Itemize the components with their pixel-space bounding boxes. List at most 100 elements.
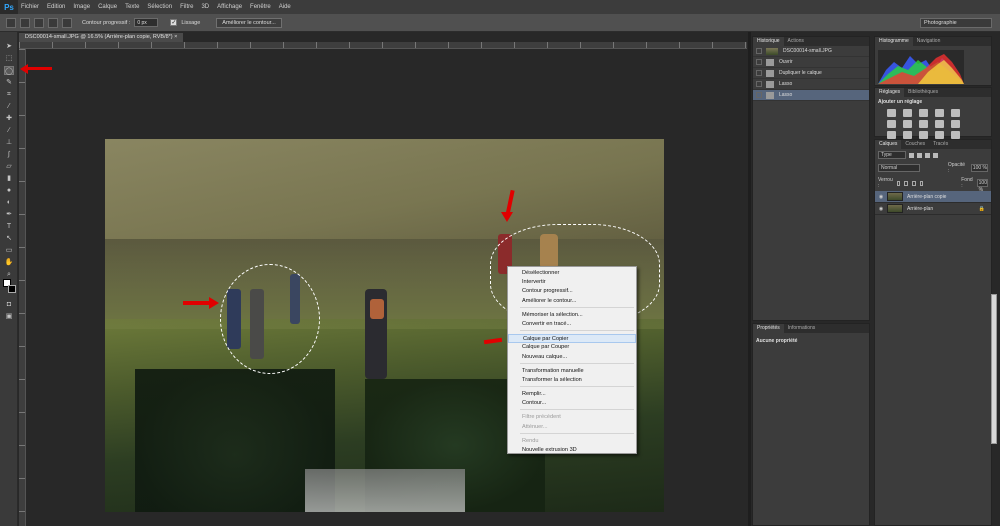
antialias-checkbox[interactable]: ✓ (170, 19, 178, 26)
document-tab[interactable]: DSC00014-small.JPG @ 16.5% (Arrière-plan… (19, 33, 184, 42)
eraser-tool-icon[interactable]: ▱ (4, 162, 14, 171)
healing-tool-icon[interactable]: ✚ (4, 114, 14, 123)
context-menu-item[interactable]: Nouveau calque... (508, 353, 636, 362)
levels-icon[interactable] (903, 109, 912, 117)
history-brush-tool-icon[interactable]: ∫ (4, 150, 14, 159)
refine-edge-button[interactable]: Améliorer le contour... (216, 17, 282, 28)
tab-channels[interactable]: Couches (901, 140, 929, 149)
history-step-checkbox[interactable] (756, 92, 762, 98)
fill-input[interactable]: 100 % (976, 179, 988, 193)
context-menu-item[interactable]: Calque par Couper (508, 343, 636, 352)
black-white-icon[interactable] (919, 120, 928, 128)
new-selection-icon[interactable] (20, 17, 30, 28)
filter-adjustment-icon[interactable] (917, 152, 922, 158)
context-menu-item[interactable]: Remplir... (508, 390, 636, 399)
menu-item[interactable]: Calque (98, 4, 117, 10)
history-step[interactable]: Lasso (753, 90, 869, 101)
channel-mixer-icon[interactable] (951, 120, 960, 128)
filter-shape-icon[interactable] (933, 152, 938, 158)
hue-saturation-icon[interactable] (887, 120, 896, 128)
context-menu-item[interactable]: Transformer la sélection (508, 376, 636, 385)
quick-select-tool-icon[interactable]: ✎ (4, 78, 14, 87)
tab-actions[interactable]: Actions (784, 37, 808, 46)
quick-mask-icon[interactable]: ◘ (4, 300, 14, 309)
vertical-ruler[interactable] (19, 49, 26, 526)
horizontal-ruler[interactable] (19, 42, 747, 49)
layer-filter-select[interactable]: Type (878, 151, 906, 159)
tab-layers[interactable]: Calques (875, 140, 902, 149)
pen-tool-icon[interactable]: ✒ (4, 210, 14, 219)
stamp-tool-icon[interactable]: ⊥ (4, 138, 14, 147)
tab-properties[interactable]: Propriétés (753, 324, 784, 333)
screen-mode-icon[interactable]: ▣ (4, 312, 14, 321)
invert-icon[interactable] (887, 131, 896, 139)
menu-item[interactable]: Filtre (180, 4, 193, 10)
path-select-tool-icon[interactable]: ↖ (4, 234, 14, 243)
add-selection-icon[interactable] (34, 17, 44, 28)
posterize-icon[interactable] (903, 131, 912, 139)
context-menu-item[interactable]: Nouvelle extrusion 3D (508, 446, 636, 455)
tab-navigation[interactable]: Navigation (913, 37, 945, 46)
dodge-tool-icon[interactable]: ◐ (4, 198, 14, 207)
history-step[interactable]: Ouvrir (753, 57, 869, 68)
layer-row[interactable]: ◉ Arrière-plan 🔒 (875, 203, 991, 215)
curves-icon[interactable] (919, 109, 928, 117)
hand-tool-icon[interactable]: ✋ (4, 258, 14, 267)
lock-transparency-icon[interactable] (896, 180, 901, 186)
context-menu-item[interactable]: Intervertir (508, 278, 636, 287)
lasso-preset-icon[interactable] (6, 17, 16, 28)
context-menu-item[interactable]: Contour... (508, 399, 636, 408)
intersect-selection-icon[interactable] (62, 17, 72, 28)
feather-input[interactable]: 0 px (134, 18, 159, 27)
snapshot-checkbox[interactable] (756, 48, 762, 54)
history-step[interactable]: Dupliquer le calque (753, 68, 869, 79)
context-menu-item[interactable]: Désélectionner (508, 269, 636, 278)
side-scrollbar[interactable] (991, 294, 997, 444)
menu-item[interactable]: Fichier (21, 4, 39, 10)
crop-tool-icon[interactable]: ⌗ (4, 90, 14, 99)
menu-item[interactable]: Sélection (147, 4, 172, 10)
context-menu-item[interactable]: Transformation manuelle (508, 367, 636, 376)
visibility-eye-icon[interactable]: ◉ (877, 194, 885, 200)
selective-color-icon[interactable] (951, 131, 960, 139)
background-color-swatch[interactable] (8, 285, 16, 293)
context-menu-item[interactable]: Améliorer le contour... (508, 297, 636, 306)
vibrance-icon[interactable] (951, 109, 960, 117)
tab-info[interactable]: Informations (784, 324, 820, 333)
exposure-icon[interactable] (935, 109, 944, 117)
menu-item[interactable]: Image (73, 4, 90, 10)
gradient-tool-icon[interactable]: ▮ (4, 174, 14, 183)
tab-histogram[interactable]: Histogramme (875, 37, 913, 46)
lock-pixels-icon[interactable] (904, 180, 908, 186)
history-step-checkbox[interactable] (756, 59, 762, 65)
tab-paths[interactable]: Tracés (929, 140, 952, 149)
brush-tool-icon[interactable]: ∕ (4, 126, 14, 135)
history-snapshot[interactable]: DSC00014-small.JPG (753, 46, 869, 57)
context-menu-item[interactable]: Convertir en tracé... (508, 320, 636, 329)
menu-item[interactable]: Texte (125, 4, 139, 10)
filter-type-icon[interactable] (925, 152, 930, 158)
move-tool-icon[interactable]: ➤ (4, 42, 14, 51)
lock-all-icon[interactable] (919, 180, 924, 186)
threshold-icon[interactable] (919, 131, 928, 139)
tab-history[interactable]: Historique (753, 37, 784, 46)
menu-item[interactable]: Aide (279, 4, 291, 10)
blur-tool-icon[interactable]: ● (4, 186, 14, 195)
eyedropper-tool-icon[interactable]: ⁄ (4, 102, 14, 111)
menu-item[interactable]: 3D (201, 4, 209, 10)
dock-separator[interactable] (748, 32, 751, 526)
lasso-tool-icon[interactable]: ◯ (4, 66, 14, 75)
history-step[interactable]: Lasso (753, 79, 869, 90)
layer-row[interactable]: ◉ Arrière-plan copie (875, 191, 991, 203)
history-step-checkbox[interactable] (756, 81, 762, 87)
gradient-map-icon[interactable] (935, 131, 944, 139)
opacity-input[interactable]: 100 % (970, 164, 988, 172)
workspace-select[interactable]: Photographie (920, 18, 992, 28)
color-balance-icon[interactable] (903, 120, 912, 128)
lock-position-icon[interactable] (911, 180, 916, 186)
context-menu-item[interactable]: Calque par Copier (508, 334, 636, 344)
visibility-eye-icon[interactable]: ◉ (877, 206, 885, 212)
brightness-contrast-icon[interactable] (887, 109, 896, 117)
photo-filter-icon[interactable] (935, 120, 944, 128)
shape-tool-icon[interactable]: ▭ (4, 246, 14, 255)
